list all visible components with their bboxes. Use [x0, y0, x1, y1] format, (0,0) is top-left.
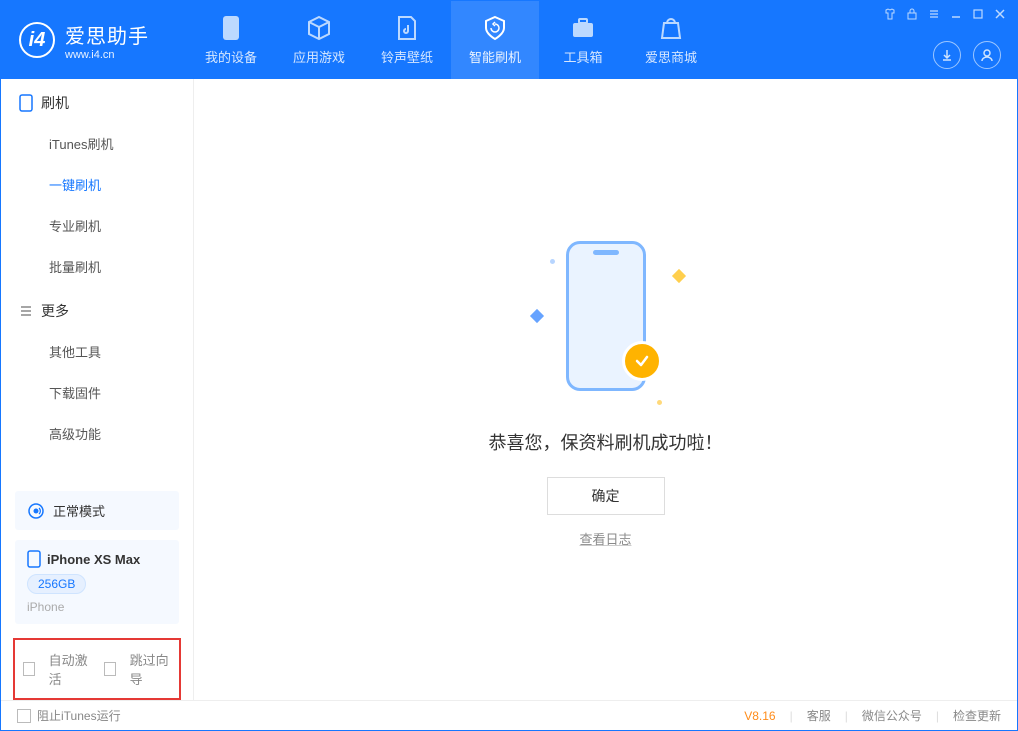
checkbox-label-block-itunes: 阻止iTunes运行 — [37, 707, 121, 724]
phone-small-icon — [27, 550, 41, 568]
nav-tab-mydevice[interactable]: 我的设备 — [187, 1, 275, 79]
sidebar-item-download-firmware[interactable]: 下载固件 — [1, 372, 193, 413]
sidebar-item-itunes-flash[interactable]: iTunes刷机 — [1, 123, 193, 164]
toolbox-icon — [570, 15, 596, 41]
device-mode-box[interactable]: 正常模式 — [15, 491, 179, 530]
version-label: V8.16 — [744, 709, 775, 723]
shirt-icon[interactable] — [883, 7, 897, 21]
minimize-icon[interactable] — [949, 7, 963, 21]
sparkle-icon — [671, 269, 685, 283]
nav-tab-ringtone[interactable]: 铃声壁纸 — [363, 1, 451, 79]
logo-area: i4 爱思助手 www.i4.cn — [1, 20, 167, 61]
success-message: 恭喜您，保资料刷机成功啦！ — [489, 429, 723, 455]
checkbox-auto-activate[interactable] — [23, 662, 35, 676]
nav-tab-toolbox[interactable]: 工具箱 — [539, 1, 627, 79]
device-name: iPhone XS Max — [47, 552, 140, 567]
sidebar-item-other-tools[interactable]: 其他工具 — [1, 331, 193, 372]
bag-icon — [658, 15, 684, 41]
main-content: 恭喜您，保资料刷机成功啦！ 确定 查看日志 — [194, 79, 1017, 700]
sidebar-group-title: 刷机 — [41, 93, 69, 113]
device-type: iPhone — [27, 600, 167, 614]
download-button[interactable] — [933, 41, 961, 69]
checkbox-label-skip-guide: 跳过向导 — [130, 650, 171, 688]
device-icon — [19, 94, 33, 112]
nav-tab-label: 铃声壁纸 — [381, 47, 433, 66]
shield-refresh-icon — [482, 15, 508, 41]
phone-icon — [218, 15, 244, 41]
app-site: www.i4.cn — [65, 49, 149, 61]
footer-link-update[interactable]: 检查更新 — [953, 707, 1001, 724]
sidebar-group-more: 更多 — [1, 287, 193, 331]
success-illustration — [526, 231, 686, 411]
nav-tab-store[interactable]: 爱思商城 — [627, 1, 715, 79]
checkbox-label-auto-activate: 自动激活 — [49, 650, 90, 688]
logo-text: 爱思助手 www.i4.cn — [65, 20, 149, 61]
sidebar-item-batch-flash[interactable]: 批量刷机 — [1, 246, 193, 287]
mode-icon — [27, 502, 45, 520]
decoration-dot — [550, 259, 555, 264]
device-capacity: 256GB — [27, 574, 86, 594]
lock-icon[interactable] — [905, 7, 919, 21]
close-icon[interactable] — [993, 7, 1007, 21]
device-info-box[interactable]: iPhone XS Max 256GB iPhone — [15, 540, 179, 624]
ok-button[interactable]: 确定 — [547, 477, 665, 515]
separator: | — [790, 709, 793, 723]
footer-left: 阻止iTunes运行 — [17, 707, 121, 724]
logo-icon: i4 — [19, 22, 55, 58]
highlighted-checkbox-row: 自动激活 跳过向导 — [13, 638, 181, 700]
menu-icon[interactable] — [927, 7, 941, 21]
sparkle-icon — [529, 309, 543, 323]
device-mode-label: 正常模式 — [53, 501, 105, 520]
status-bar: 阻止iTunes运行 V8.16 | 客服 | 微信公众号 | 检查更新 — [1, 700, 1017, 730]
music-file-icon — [394, 15, 420, 41]
app-header: i4 爱思助手 www.i4.cn 我的设备 应用游戏 铃声壁纸 智能刷机 工具… — [1, 1, 1017, 79]
view-log-link[interactable]: 查看日志 — [579, 529, 631, 548]
sidebar-bottom: 正常模式 iPhone XS Max 256GB iPhone — [1, 491, 193, 638]
footer-link-support[interactable]: 客服 — [807, 707, 831, 724]
nav-tab-label: 工具箱 — [563, 47, 602, 66]
sidebar-group-title: 更多 — [41, 301, 69, 321]
sidebar-item-oneclick-flash[interactable]: 一键刷机 — [1, 164, 193, 205]
checkbox-block-itunes[interactable] — [17, 709, 31, 723]
separator: | — [936, 709, 939, 723]
maximize-icon[interactable] — [971, 7, 985, 21]
sidebar-group-flash: 刷机 — [1, 79, 193, 123]
window-controls — [883, 7, 1007, 21]
app-title: 爱思助手 — [65, 20, 149, 49]
nav-tab-label: 应用游戏 — [293, 47, 345, 66]
footer-link-wechat[interactable]: 微信公众号 — [862, 707, 922, 724]
device-name-row: iPhone XS Max — [27, 550, 167, 568]
checkbox-skip-guide[interactable] — [104, 662, 116, 676]
nav-tab-label: 我的设备 — [205, 47, 257, 66]
decoration-dot — [657, 400, 662, 405]
header-actions — [933, 41, 1001, 69]
nav-tab-label: 智能刷机 — [469, 47, 521, 66]
nav-tab-flash[interactable]: 智能刷机 — [451, 1, 539, 79]
nav-tab-label: 爱思商城 — [645, 47, 697, 66]
list-icon — [19, 304, 33, 318]
nav-tabs: 我的设备 应用游戏 铃声壁纸 智能刷机 工具箱 爱思商城 — [187, 1, 715, 79]
sidebar: 刷机 iTunes刷机 一键刷机 专业刷机 批量刷机 更多 其他工具 下载固件 … — [1, 79, 194, 700]
body-area: 刷机 iTunes刷机 一键刷机 专业刷机 批量刷机 更多 其他工具 下载固件 … — [1, 79, 1017, 700]
separator: | — [845, 709, 848, 723]
sidebar-item-advanced[interactable]: 高级功能 — [1, 413, 193, 454]
sidebar-item-pro-flash[interactable]: 专业刷机 — [1, 205, 193, 246]
footer-right: V8.16 | 客服 | 微信公众号 | 检查更新 — [744, 707, 1001, 724]
cube-icon — [306, 15, 332, 41]
check-badge-icon — [622, 341, 662, 381]
nav-tab-apps[interactable]: 应用游戏 — [275, 1, 363, 79]
account-button[interactable] — [973, 41, 1001, 69]
